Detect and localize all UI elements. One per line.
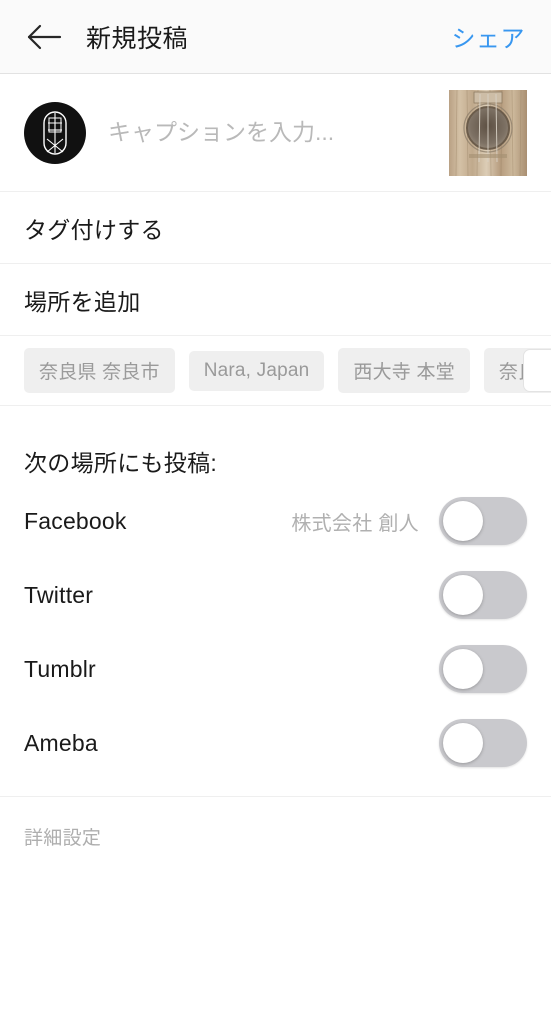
add-location-row[interactable]: 場所を追加 — [0, 264, 551, 336]
social-name-facebook: Facebook — [24, 507, 127, 534]
social-row-twitter[interactable]: Twitter — [24, 558, 527, 632]
advanced-settings-label: 詳細設定 — [24, 828, 102, 849]
new-post-screen: 新規投稿 シェア キャプションを入力... タグ付けする 場所を追加 奈良県 奈… — [0, 0, 551, 1024]
share-to-section: 次の場所にも投稿: Facebook 株式会社 創人 Twitter Tumbl… — [0, 406, 551, 780]
advanced-settings-row[interactable]: 詳細設定 — [0, 797, 551, 876]
toggle-twitter[interactable] — [439, 571, 527, 619]
location-chip[interactable]: Nara, Japan — [188, 350, 325, 391]
social-name-tumblr: Tumblr — [24, 655, 96, 682]
location-chip[interactable]: 西大寺 本堂 — [338, 348, 470, 393]
share-to-heading: 次の場所にも投稿: — [24, 450, 218, 476]
post-thumbnail[interactable] — [449, 89, 527, 176]
back-button[interactable] — [24, 15, 68, 59]
social-row-tumblr[interactable]: Tumblr — [24, 632, 527, 706]
social-row-facebook[interactable]: Facebook 株式会社 創人 — [24, 484, 527, 558]
location-suggestions[interactable]: 奈良県 奈良市 Nara, Japan 西大寺 本堂 奈良 世界遺産 — [0, 336, 551, 406]
location-chip[interactable]: 奈良県 奈良市 — [24, 348, 175, 393]
caption-input[interactable] — [108, 119, 435, 146]
add-location-label: 場所を追加 — [24, 288, 141, 315]
social-name-twitter: Twitter — [24, 581, 94, 608]
toggle-knob — [443, 575, 483, 615]
share-button[interactable]: シェア — [450, 13, 528, 60]
toggle-facebook[interactable] — [439, 497, 527, 545]
arrow-left-icon — [24, 22, 64, 52]
avatar — [24, 101, 86, 164]
toggle-knob — [443, 649, 483, 689]
toggle-knob — [443, 723, 483, 763]
caption-row — [0, 74, 551, 192]
social-name-ameba: Ameba — [24, 729, 98, 756]
app-header: 新規投稿 シェア — [0, 0, 551, 74]
social-row-ameba[interactable]: Ameba — [24, 706, 527, 780]
page-title: 新規投稿 — [86, 24, 189, 53]
toggle-tumblr[interactable] — [439, 645, 527, 693]
tag-people-row[interactable]: タグ付けする — [0, 192, 551, 264]
social-account-facebook: 株式会社 創人 — [291, 512, 419, 535]
location-chip[interactable]: 奈良 世界遺産 — [483, 348, 551, 393]
toggle-knob — [443, 501, 483, 541]
tag-people-label: タグ付けする — [24, 216, 164, 243]
toggle-ameba[interactable] — [439, 719, 527, 767]
